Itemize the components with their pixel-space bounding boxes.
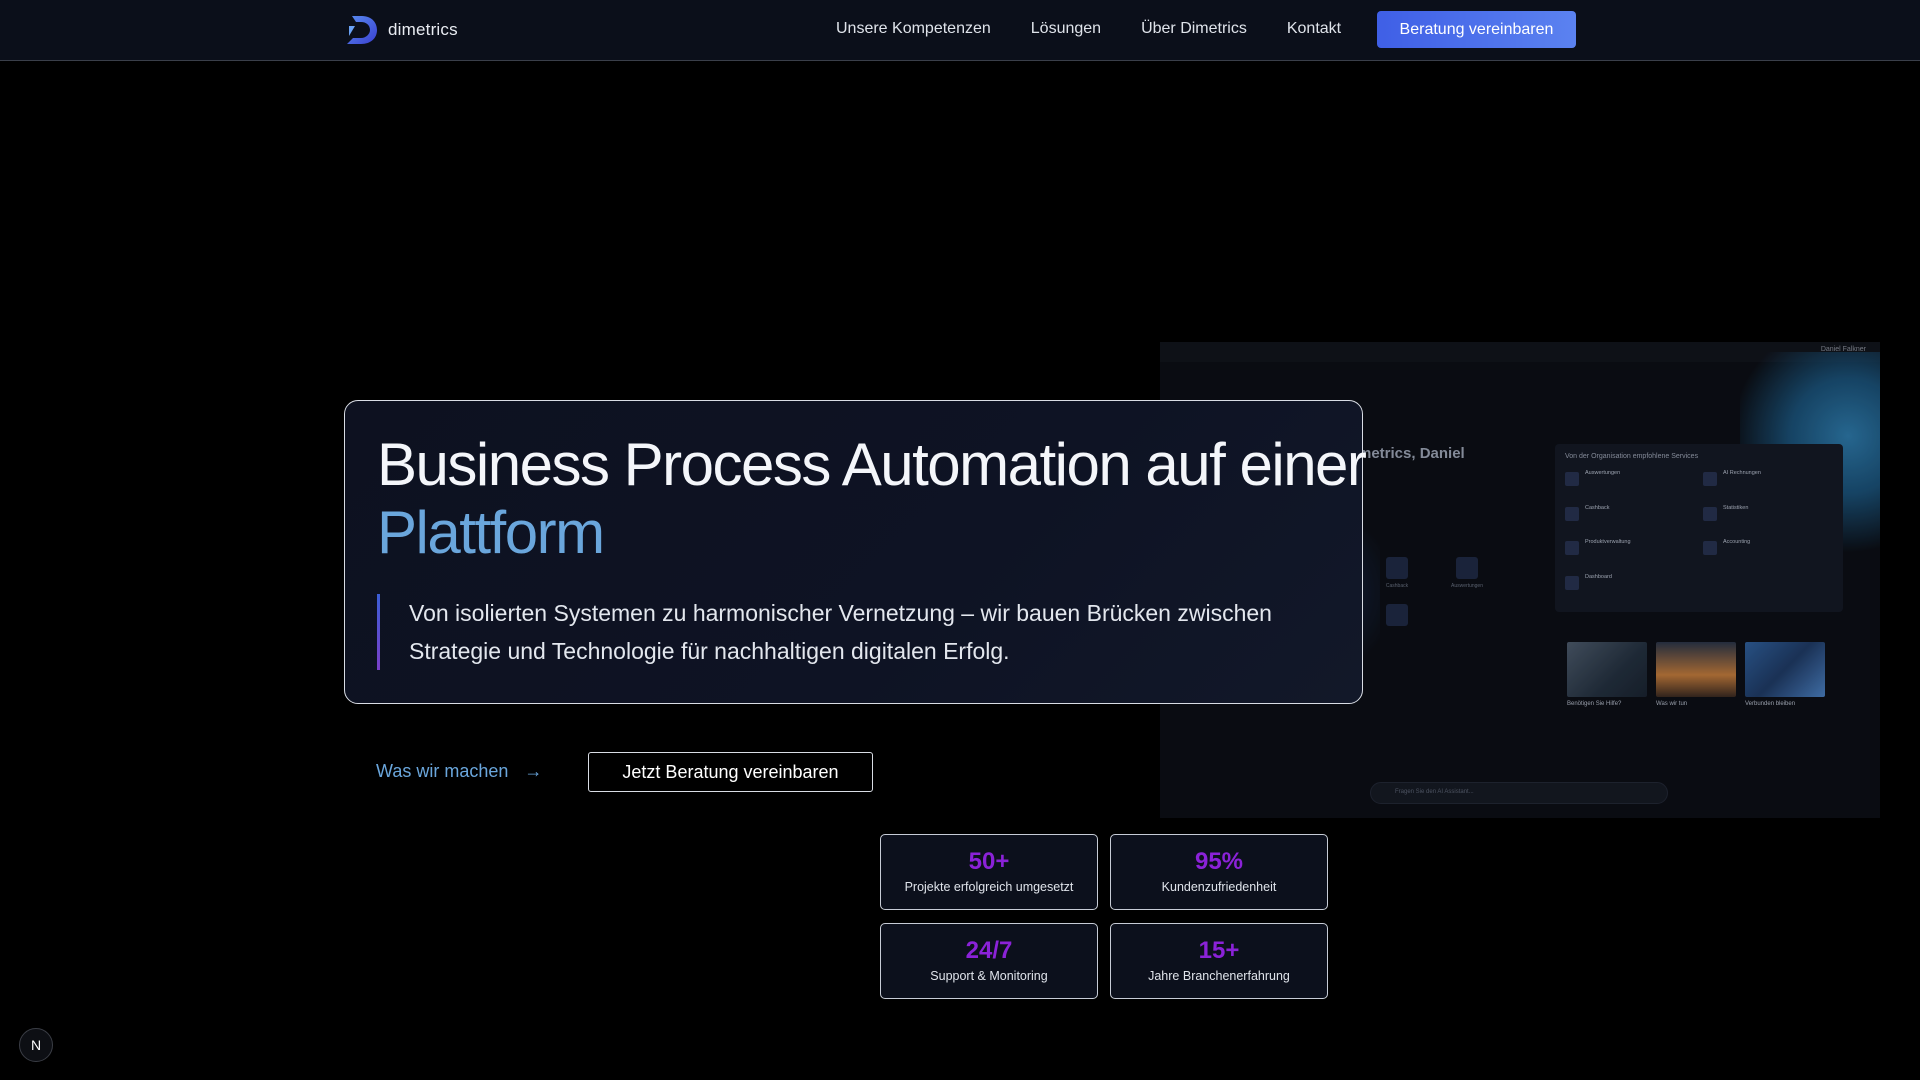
stat-label: Jahre Branchenerfahrung <box>1148 969 1290 983</box>
preview-service-item: AI Rechnungen <box>1703 470 1833 492</box>
document-icon <box>1703 472 1717 486</box>
hero-title-main: Business Process Automation auf einer <box>377 431 1367 498</box>
preview-card-image <box>1745 642 1825 697</box>
stat-card-projects: 50+ Projekte erfolgreich umgesetzt <box>880 834 1098 910</box>
chart-icon <box>1565 472 1579 486</box>
hero-subtitle: Von isolierten Systemen zu harmonischer … <box>409 600 1272 664</box>
stat-value: 15+ <box>1198 937 1240 964</box>
preview-card-image <box>1656 642 1736 697</box>
beratung-vereinbaren-button[interactable]: Beratung vereinbaren <box>1377 11 1576 48</box>
preview-services-panel: Von der Organisation empfohlene Services… <box>1555 444 1843 612</box>
preview-greeting: metrics, Daniel <box>1358 445 1465 462</box>
hero-card: Business Process Automation auf einer Pl… <box>344 400 1367 704</box>
stat-card-satisfaction: 95% Kundenzufriedenheit <box>1110 834 1328 910</box>
preview-panel-title: Von der Organisation empfohlene Services <box>1565 453 1699 460</box>
chart-icon <box>1703 541 1717 555</box>
preview-tile-icon <box>1386 557 1408 579</box>
stat-card-experience: 15+ Jahre Branchenerfahrung <box>1110 923 1328 999</box>
box-icon <box>1565 541 1579 555</box>
dimetrics-logo-icon <box>347 16 377 44</box>
preview-service-item: Dashboard <box>1565 574 1695 596</box>
preview-tile-icon <box>1386 604 1408 626</box>
hero-subtitle-block: Von isolierten Systemen zu harmonischer … <box>377 594 1317 670</box>
hero-title-accent: Plattform <box>377 499 605 566</box>
dashboard-icon <box>1565 576 1579 590</box>
was-wir-machen-label: Was wir machen <box>376 761 509 781</box>
top-navbar: dimetrics Unsere Kompetenzen Lösungen Üb… <box>0 0 1920 61</box>
nav-link-kontakt[interactable]: Kontakt <box>1287 20 1341 38</box>
preview-card: Verbunden bleiben <box>1745 642 1825 707</box>
nav-link-ueber[interactable]: Über Dimetrics <box>1141 20 1247 38</box>
stat-value: 95% <box>1194 848 1244 875</box>
preview-card: Benötigen Sie Hilfe? <box>1567 642 1647 707</box>
nextjs-badge-icon[interactable]: N <box>19 1028 53 1062</box>
preview-card-image <box>1567 642 1647 697</box>
preview-service-item: Accounting <box>1703 539 1833 561</box>
stat-value: 24/7 <box>965 937 1013 964</box>
receipt-icon <box>1565 507 1579 521</box>
was-wir-machen-link[interactable]: Was wir machen → <box>376 761 542 782</box>
nav-link-loesungen[interactable]: Lösungen <box>1031 20 1101 38</box>
nav-links: Unsere Kompetenzen Lösungen Über Dimetri… <box>836 20 1341 38</box>
logo-text: dimetrics <box>388 20 458 39</box>
arrow-right-icon: → <box>524 761 543 781</box>
preview-service-item: Cashback <box>1565 505 1695 527</box>
preview-ai-input: Fragen Sie den AI Assistant... <box>1370 782 1668 804</box>
jetzt-beratung-button[interactable]: Jetzt Beratung vereinbaren <box>588 752 873 792</box>
preview-tile-icon <box>1456 557 1478 579</box>
preview-tile-label: Auswertungen <box>1451 583 1483 589</box>
hero-title: Business Process Automation auf einer Pl… <box>377 431 1367 567</box>
preview-card: Was wir tun <box>1656 642 1736 707</box>
logo[interactable]: dimetrics <box>344 14 458 46</box>
preview-tile-label: Cashback <box>1385 583 1409 589</box>
stat-card-support: 24/7 Support & Monitoring <box>880 923 1098 999</box>
stat-label: Projekte erfolgreich umgesetzt <box>904 880 1074 894</box>
stat-label: Support & Monitoring <box>930 969 1048 983</box>
stat-label: Kundenzufriedenheit <box>1161 880 1277 894</box>
preview-service-item: Produktverwaltung <box>1565 539 1695 561</box>
stats-icon <box>1703 507 1717 521</box>
preview-service-item: Statistiken <box>1703 505 1833 527</box>
nav-link-kompetenzen[interactable]: Unsere Kompetenzen <box>836 20 991 38</box>
stat-value: 50+ <box>968 848 1010 875</box>
preview-service-item: Auswertungen <box>1565 470 1695 492</box>
